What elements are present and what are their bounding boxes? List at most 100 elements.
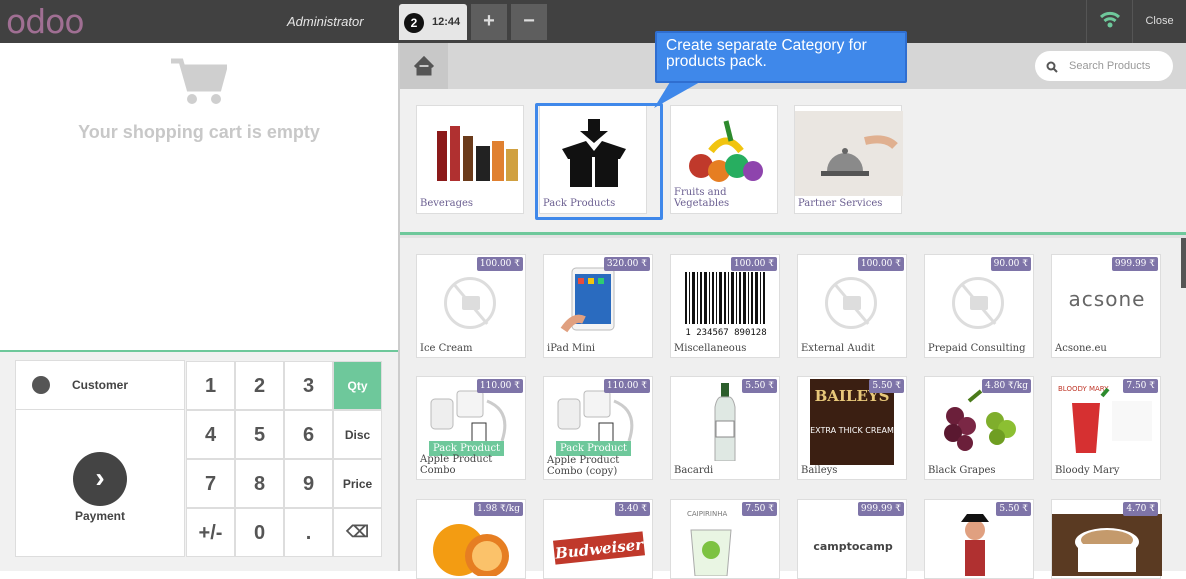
customer-button[interactable]: Customer	[15, 360, 185, 410]
odoo-logo: odoo	[6, 2, 85, 41]
numpad-key-8[interactable]: 8	[235, 459, 284, 508]
numpad-key-3[interactable]: 3	[284, 361, 333, 410]
product-acsone[interactable]: acsone 999.99 ₹ Acsone.eu	[1051, 254, 1161, 358]
product-prepaid-consulting[interactable]: 90.00 ₹ Prepaid Consulting	[924, 254, 1034, 358]
product-name: Black Grapes	[928, 465, 996, 476]
product-price: 3.40 ₹	[615, 502, 650, 516]
home-button[interactable]	[400, 43, 448, 89]
grapes-image	[944, 389, 1016, 451]
category-fruits-vegetables[interactable]: Fruits and Vegetables	[670, 105, 778, 214]
product-price: 90.00 ₹	[990, 257, 1031, 271]
product-price: 4.70 ₹	[1123, 502, 1158, 516]
numpad-key-dot[interactable]: .	[284, 508, 333, 557]
empty-cart-message: Your shopping cart is empty	[78, 122, 320, 142]
product-caipirinha[interactable]: CAIPIRINHA 7.50 ₹	[670, 499, 780, 579]
barcode-image: 1 234567 890128	[685, 272, 767, 338]
product-black-grapes[interactable]: 4.80 ₹/kg Black Grapes	[924, 376, 1034, 480]
product-name: Apple Product Combo	[420, 454, 493, 476]
wifi-icon	[1086, 0, 1132, 43]
numpad-key-0[interactable]: 0	[235, 508, 284, 557]
category-label: Partner Services	[798, 198, 883, 209]
product-name: Miscellaneous	[674, 343, 747, 354]
numpad-key-sign[interactable]: +/-	[186, 508, 235, 557]
order-time: 12:44	[432, 16, 461, 28]
numpad-key-6[interactable]: 6	[284, 410, 333, 459]
search-icon	[1046, 60, 1058, 78]
remove-order-button[interactable]: −	[511, 4, 547, 40]
numpad-key-2[interactable]: 2	[235, 361, 284, 410]
product-name: Prepaid Consulting	[928, 343, 1026, 354]
payment-label: Payment	[74, 509, 126, 523]
barcode-digits: 1 234567 890128	[685, 328, 766, 338]
product-bacardi[interactable]: 5.50 ₹ Bacardi	[670, 376, 780, 480]
product-name: Bloody Mary	[1055, 465, 1120, 476]
order-tab[interactable]: 2 12:44	[399, 4, 467, 40]
product-price: 999.99 ₹	[1111, 257, 1158, 271]
category-beverages[interactable]: Beverages	[416, 105, 524, 214]
home-icon	[413, 55, 435, 76]
mode-qty-button[interactable]: Qty	[333, 361, 382, 410]
numpad-key-7[interactable]: 7	[186, 459, 235, 508]
product-price: 1.98 ₹/kg	[474, 502, 523, 516]
product-name: iPad Mini	[547, 343, 596, 354]
fruits-image	[689, 120, 763, 182]
product-price: 7.50 ₹	[1123, 379, 1158, 393]
mode-disc-button[interactable]: Disc	[333, 410, 382, 459]
product-ice-cream[interactable]: 100.00 ₹ Ice Cream	[416, 254, 526, 358]
product-camptocamp[interactable]: camptocamp 999.99 ₹	[797, 499, 907, 579]
baileys-subtitle: EXTRA THICK CREAM	[810, 426, 894, 435]
no-image-icon	[952, 277, 1004, 329]
payment-button[interactable]: ›	[73, 452, 127, 506]
product-price: 100.00 ₹	[857, 257, 904, 271]
product-name: Apple Product Combo (copy)	[547, 455, 620, 477]
product-captain-morgan[interactable]: 5.50 ₹	[924, 499, 1034, 579]
numpad-key-4[interactable]: 4	[186, 410, 235, 459]
mode-price-button[interactable]: Price	[333, 459, 382, 508]
product-bloody-mary[interactable]: BLOODY MARY 7.50 ₹ Bloody Mary	[1051, 376, 1161, 480]
cart-icon	[169, 57, 229, 112]
product-price: 100.00 ₹	[730, 257, 777, 271]
user-name[interactable]: Administrator	[287, 14, 364, 29]
annotation-callout: Create separate Category for products pa…	[655, 31, 907, 83]
product-name: Ice Cream	[420, 343, 473, 354]
camptocamp-logo: camptocamp	[813, 540, 893, 553]
bloody-mary-image: BLOODY MARY	[1058, 385, 1152, 453]
product-price: 5.50 ₹	[742, 379, 777, 393]
product-apple-combo[interactable]: Pack Product 110.00 ₹ Apple Product Comb…	[416, 376, 526, 480]
product-price: 7.50 ₹	[742, 502, 777, 516]
numpad-key-5[interactable]: 5	[235, 410, 284, 459]
product-ipad-mini[interactable]: 320.00 ₹ iPad Mini	[543, 254, 653, 358]
numpad-key-9[interactable]: 9	[284, 459, 333, 508]
product-price: 5.50 ₹	[996, 502, 1031, 516]
product-miscellaneous[interactable]: 1 234567 890128 100.00 ₹ Miscellaneous	[670, 254, 780, 358]
bacardi-image	[714, 383, 736, 461]
bell-image	[795, 111, 903, 196]
backspace-button[interactable]: ⌫	[333, 508, 382, 557]
product-budweiser[interactable]: Budweiser 3.40 ₹	[543, 499, 653, 579]
category-label: Beverages	[420, 198, 474, 209]
product-price: 100.00 ₹	[476, 257, 523, 271]
product-external-audit[interactable]: 100.00 ₹ External Audit	[797, 254, 907, 358]
customer-label: Customer	[72, 378, 129, 392]
product-name: Acsone.eu	[1055, 343, 1107, 354]
no-image-icon	[444, 277, 496, 329]
close-button[interactable]: Close	[1132, 0, 1186, 43]
acsone-logo: acsone	[1068, 287, 1146, 311]
ipad-image	[560, 267, 615, 333]
product-name: Baileys	[801, 465, 838, 476]
pack-product-badge: Pack Product	[556, 441, 632, 456]
add-order-button[interactable]: +	[471, 4, 507, 40]
product-oranges[interactable]: 1.98 ₹/kg	[416, 499, 526, 579]
numpad-key-1[interactable]: 1	[186, 361, 235, 410]
callout-pointer	[654, 82, 700, 108]
scrollbar[interactable]	[1181, 238, 1186, 288]
product-name: External Audit	[801, 343, 875, 354]
pack-category-highlight	[535, 103, 663, 220]
product-apple-combo-copy[interactable]: Pack Product 110.00 ₹ Apple Product Comb…	[543, 376, 653, 480]
beverages-image	[437, 126, 518, 181]
product-price: 5.50 ₹	[869, 379, 904, 393]
product-baileys[interactable]: BAILEYS EXTRA THICK CREAM 5.50 ₹ Baileys	[797, 376, 907, 480]
product-coffee[interactable]: 4.70 ₹	[1051, 499, 1162, 579]
category-partner-services[interactable]: Partner Services	[794, 105, 903, 214]
top-bar	[0, 0, 1186, 43]
